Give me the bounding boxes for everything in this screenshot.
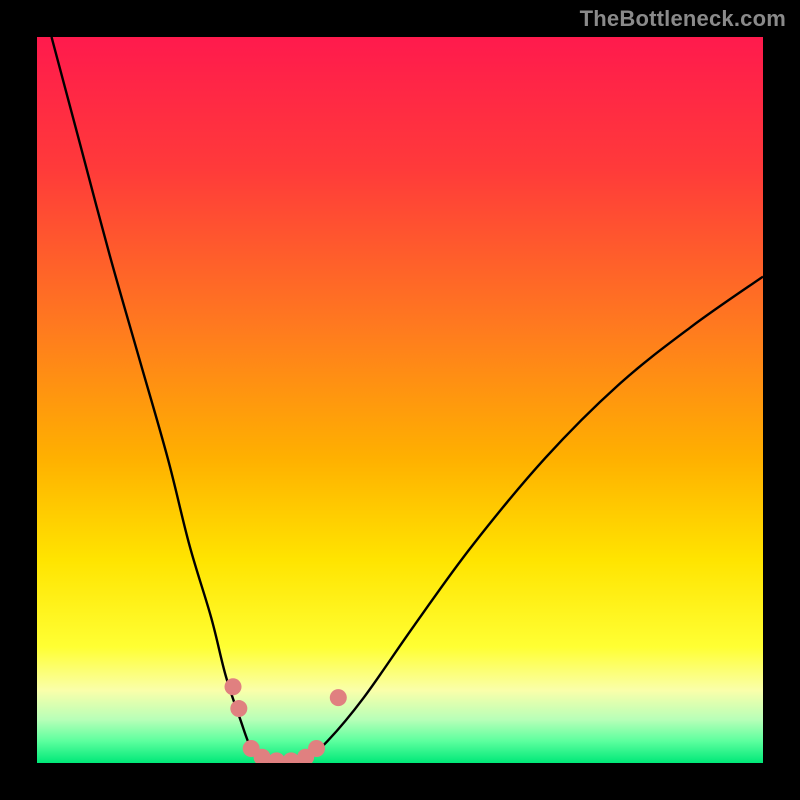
dot [225,678,242,695]
curve-right-branch [291,277,763,763]
watermark-label: TheBottleneck.com [580,6,786,32]
plot-area [37,37,763,763]
chart-frame: TheBottleneck.com [0,0,800,800]
dot [283,752,300,763]
curve-left-branch [52,37,292,763]
highlighted-dots [225,678,347,763]
dot [268,752,285,763]
chart-curves [37,37,763,763]
dot [308,740,325,757]
dot [230,700,247,717]
dot [330,689,347,706]
